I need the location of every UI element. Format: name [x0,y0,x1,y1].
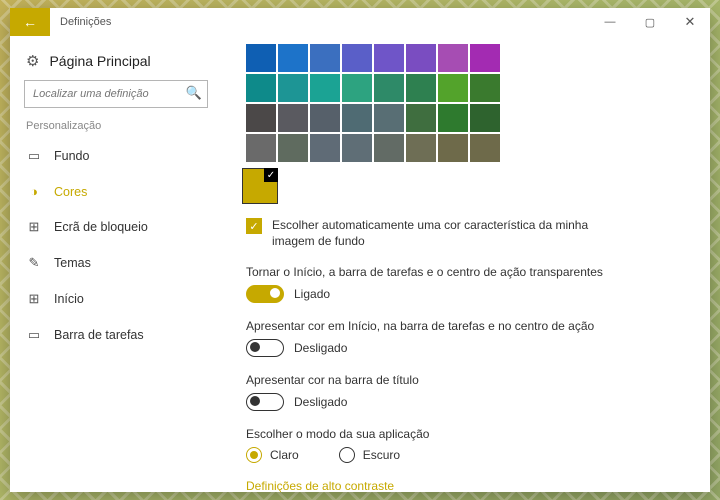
color-swatch[interactable] [310,104,340,132]
radio-light[interactable]: Claro [246,447,299,463]
nav-label: Temas [54,256,91,270]
nav-icon: ⊞ [26,291,42,307]
gear-icon: ⚙ [26,52,39,70]
selected-color-swatch[interactable]: ✓ [242,168,278,204]
color-swatch[interactable] [438,74,468,102]
color-swatch[interactable] [246,104,276,132]
color-swatch[interactable] [374,74,404,102]
home-label: Página Principal [49,53,150,69]
nav-background[interactable]: ▭ Fundo [10,138,222,174]
color-swatch[interactable] [374,134,404,162]
nav-icon: ▭ [26,327,42,343]
nav-label: Fundo [54,149,89,163]
color-swatch[interactable] [342,74,372,102]
radio-icon [246,447,262,463]
search-box[interactable]: 🔍 [24,80,208,108]
radio-dark[interactable]: Escuro [339,447,400,463]
color-swatch[interactable] [406,134,436,162]
window-title: Definições [50,8,121,36]
color-swatch[interactable] [342,134,372,162]
nav-themes[interactable]: ✎ Temas [10,245,222,281]
color-swatch[interactable] [406,74,436,102]
color-swatch[interactable] [470,104,500,132]
nav-start[interactable]: ⊞ Início [10,281,222,317]
titlebar: ← Definições — ▢ ✕ [10,8,710,36]
color-swatch[interactable] [310,74,340,102]
auto-color-label: Escolher automaticamente uma cor caracte… [272,218,592,249]
color-swatch[interactable] [278,74,308,102]
group-title-color: Apresentar cor na barra de título Deslig… [246,373,686,411]
color-swatch[interactable] [246,74,276,102]
radio-icon [339,447,355,463]
nav-icon: ⊞ [26,219,42,235]
color-swatch[interactable] [278,104,308,132]
radio-light-label: Claro [270,448,299,462]
minimize-button[interactable]: — [590,8,630,36]
color-swatch[interactable] [342,104,372,132]
maximize-button[interactable]: ▢ [630,8,670,36]
sidebar-nav: ▭ Fundo ◑ Cores ⊞ Ecrã de bloqueio ✎ Temas ⊞ Iníc… [10,138,222,353]
search-input[interactable] [24,80,208,108]
color-swatch[interactable] [342,44,372,72]
nav-label: Barra de tarefas [54,328,144,342]
search-icon: 🔍 [186,85,202,101]
nav-taskbar[interactable]: ▭ Barra de tarefas [10,317,222,353]
home-link[interactable]: ⚙ Página Principal [10,46,222,80]
transparent-state: Ligado [294,287,330,301]
title-color-toggle[interactable] [246,393,284,411]
color-swatch[interactable] [438,44,468,72]
color-swatch[interactable] [374,44,404,72]
nav-label: Início [54,292,84,306]
color-swatch[interactable] [470,44,500,72]
back-button[interactable]: ← [10,8,50,36]
color-swatch[interactable] [246,44,276,72]
app-mode-label: Escolher o modo da sua aplicação [246,427,686,441]
group-app-mode: Escolher o modo da sua aplicação Claro E… [246,427,686,463]
nav-icon: ✎ [26,255,42,271]
color-swatch[interactable] [310,134,340,162]
color-swatch[interactable] [278,134,308,162]
sidebar: ⚙ Página Principal 🔍 Personalização ▭ Fun… [10,36,222,492]
color-swatch[interactable] [246,134,276,162]
color-swatch[interactable] [310,44,340,72]
auto-color-checkbox[interactable]: ✓ Escolher automaticamente uma cor carac… [246,218,686,249]
sidebar-section-label: Personalização [10,120,222,138]
color-swatch[interactable] [470,74,500,102]
color-swatch[interactable] [438,134,468,162]
nav-label: Cores [54,185,87,199]
color-swatch[interactable] [406,104,436,132]
title-color-state: Desligado [294,395,347,409]
group-start-color: Apresentar cor em Início, na barra de ta… [246,319,686,357]
nav-icon: ◑ [26,184,42,199]
color-swatch[interactable] [470,134,500,162]
high-contrast-link[interactable]: Definições de alto contraste [246,479,686,492]
nav-colors[interactable]: ◑ Cores [10,174,222,209]
nav-label: Ecrã de bloqueio [54,220,148,234]
close-button[interactable]: ✕ [670,8,710,36]
start-color-label: Apresentar cor em Início, na barra de ta… [246,319,686,333]
color-swatch[interactable] [438,104,468,132]
checkbox-icon: ✓ [246,218,262,234]
nav-icon: ▭ [26,148,42,164]
color-swatch[interactable] [406,44,436,72]
title-color-label: Apresentar cor na barra de título [246,373,686,387]
color-swatch[interactable] [374,104,404,132]
transparent-toggle[interactable] [246,285,284,303]
check-icon: ✓ [264,168,278,182]
group-transparent: Tornar o Início, a barra de tarefas e o … [246,265,686,303]
settings-window: ← Definições — ▢ ✕ ⚙ Página Principal 🔍 … [10,8,710,492]
start-color-toggle[interactable] [246,339,284,357]
start-color-state: Desligado [294,341,347,355]
color-swatch[interactable] [278,44,308,72]
transparent-label: Tornar o Início, a barra de tarefas e o … [246,265,686,279]
main-content: ✓ ✓ Escolher automaticamente uma cor car… [222,36,710,492]
radio-dark-label: Escuro [363,448,400,462]
color-swatches [246,44,686,162]
nav-lockscreen[interactable]: ⊞ Ecrã de bloqueio [10,209,222,245]
